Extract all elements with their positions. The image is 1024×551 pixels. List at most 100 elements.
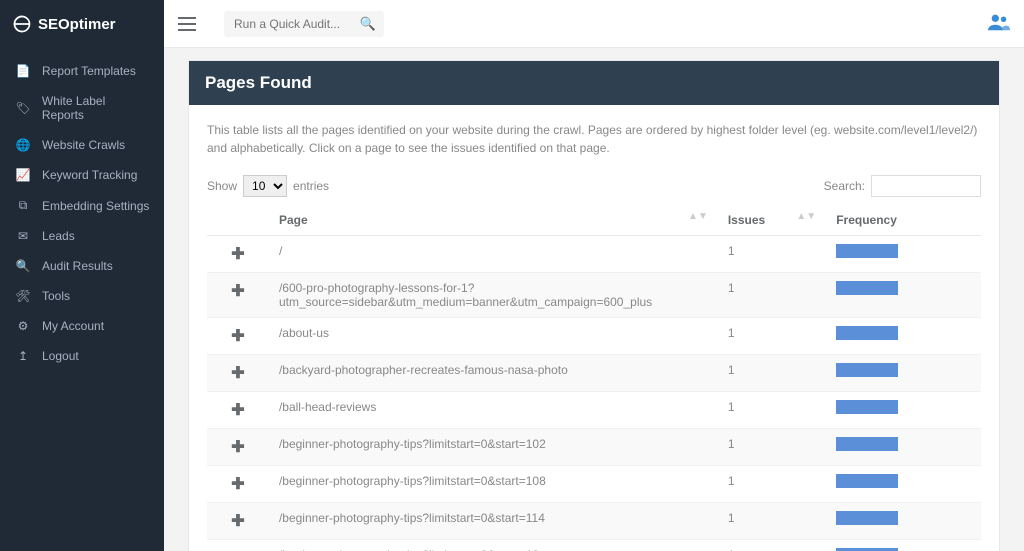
table-search-input[interactable] (871, 175, 981, 197)
expand-button[interactable]: ✚ (207, 273, 269, 318)
sidebar-item-label: Logout (42, 349, 79, 363)
frequency-bar (836, 511, 898, 525)
table-row[interactable]: ✚/ball-head-reviews1 (207, 392, 981, 429)
search-icon: 🔍 (14, 259, 32, 273)
expand-button[interactable]: ✚ (207, 466, 269, 503)
users-icon (988, 13, 1010, 31)
quick-audit-search: 🔍 (224, 11, 384, 37)
sort-icon: ▲▼ (796, 213, 816, 221)
cell-frequency (826, 355, 981, 392)
cell-frequency (826, 466, 981, 503)
cell-issues: 1 (718, 466, 826, 503)
col-frequency[interactable]: Frequency (826, 205, 981, 236)
cell-page: /ball-head-reviews (269, 392, 718, 429)
sidebar-item-tools[interactable]: 🛠 Tools (0, 281, 164, 311)
sidebar-item-embedding-settings[interactable]: ⧉Embedding Settings (0, 190, 164, 221)
search-icon: 🔍 (360, 16, 376, 32)
table-row[interactable]: ✚/backyard-photographer-recreates-famous… (207, 355, 981, 392)
pages-found-panel: Pages Found This table lists all the pag… (188, 60, 1000, 551)
cell-frequency (826, 503, 981, 540)
sidebar: SEOptimer 📄Report Templates 🏷 White Label… (0, 0, 164, 551)
cell-page: /beginner-photography-tips?limitstart=0&… (269, 429, 718, 466)
cell-page: /beginner-photography-tips?limitstart=0&… (269, 540, 718, 551)
logo: SEOptimer (0, 0, 164, 48)
panel-body: This table lists all the pages identifie… (189, 105, 999, 551)
entries-select[interactable]: 10 (243, 175, 287, 197)
menu-toggle-button[interactable] (178, 17, 196, 31)
logo-icon (12, 14, 32, 34)
sidebar-item-label: Leads (42, 229, 75, 243)
sidebar-item-logout[interactable]: ↥Logout (0, 341, 164, 371)
sidebar-item-label: My Account (42, 319, 104, 333)
table-row[interactable]: ✚/beginner-photography-tips?limitstart=0… (207, 466, 981, 503)
expand-button[interactable]: ✚ (207, 429, 269, 466)
table-row[interactable]: ✚/beginner-photography-tips?limitstart=0… (207, 503, 981, 540)
tools-icon: 🛠 (14, 289, 32, 303)
sidebar-item-white-label[interactable]: 🏷 White Label Reports (0, 86, 164, 130)
sidebar-item-label: Website Crawls (42, 138, 125, 152)
sidebar-item-leads[interactable]: ✉ Leads (0, 221, 164, 251)
cell-issues: 1 (718, 318, 826, 355)
expand-button[interactable]: ✚ (207, 318, 269, 355)
cell-issues: 1 (718, 273, 826, 318)
content: Pages Found This table lists all the pag… (164, 48, 1024, 551)
table-search: Search: (824, 175, 981, 197)
cell-frequency (826, 318, 981, 355)
cell-page: / (269, 236, 718, 273)
frequency-bar (836, 363, 898, 377)
table-row[interactable]: ✚/beginner-photography-tips?limitstart=0… (207, 429, 981, 466)
sidebar-item-label: Report Templates (42, 64, 136, 78)
cell-page: /backyard-photographer-recreates-famous-… (269, 355, 718, 392)
sidebar-item-website-crawls[interactable]: 🌐 Website Crawls (0, 130, 164, 160)
frequency-bar (836, 281, 898, 295)
expand-button[interactable]: ✚ (207, 503, 269, 540)
sidebar-item-report-templates[interactable]: 📄Report Templates (0, 56, 164, 86)
col-issues[interactable]: Issues▲▼ (718, 205, 826, 236)
expand-button[interactable]: ✚ (207, 236, 269, 273)
sidebar-item-label: Tools (42, 289, 70, 303)
main: 🔍 Pages Found This table lists all the p… (164, 0, 1024, 551)
frequency-bar (836, 474, 898, 488)
cell-page: /beginner-photography-tips?limitstart=0&… (269, 503, 718, 540)
frequency-bar (836, 326, 898, 340)
panel-description: This table lists all the pages identifie… (207, 121, 981, 157)
sidebar-item-audit-results[interactable]: 🔍 Audit Results (0, 251, 164, 281)
cell-frequency (826, 429, 981, 466)
globe-icon: 🌐 (14, 138, 32, 152)
search-label: Search: (824, 179, 865, 193)
expand-button[interactable]: ✚ (207, 355, 269, 392)
sidebar-item-label: White Label Reports (42, 94, 150, 122)
cell-frequency (826, 236, 981, 273)
sort-icon: ▲▼ (688, 213, 708, 221)
cell-frequency (826, 540, 981, 551)
cell-issues: 1 (718, 236, 826, 273)
tag-icon: 🏷 (14, 101, 32, 115)
frequency-bar (836, 437, 898, 451)
user-menu[interactable] (988, 13, 1010, 34)
sidebar-item-keyword-tracking[interactable]: 📈 Keyword Tracking (0, 160, 164, 190)
cell-issues: 1 (718, 540, 826, 551)
cell-page: /about-us (269, 318, 718, 355)
entries-label: entries (293, 179, 329, 193)
panel-title: Pages Found (189, 61, 999, 105)
table-row[interactable]: ✚/about-us1 (207, 318, 981, 355)
sidebar-item-label: Audit Results (42, 259, 113, 273)
sidebar-item-my-account[interactable]: ⚙My Account (0, 311, 164, 341)
pages-table: Page▲▼ Issues▲▼ Frequency ✚/1✚/600-pro-p… (207, 205, 981, 551)
topbar: 🔍 (164, 0, 1024, 48)
frequency-bar (836, 244, 898, 258)
frequency-bar (836, 400, 898, 414)
cell-frequency (826, 273, 981, 318)
table-controls: Show 10 entries Search: (207, 175, 981, 197)
cell-issues: 1 (718, 429, 826, 466)
embed-icon: ⧉ (14, 198, 32, 213)
expand-button[interactable]: ✚ (207, 540, 269, 551)
table-row[interactable]: ✚/beginner-photography-tips?limitstart=0… (207, 540, 981, 551)
table-row[interactable]: ✚/1 (207, 236, 981, 273)
chart-icon: 📈 (14, 168, 32, 182)
sidebar-item-label: Keyword Tracking (42, 168, 137, 182)
table-row[interactable]: ✚/600-pro-photography-lessons-for-1?utm_… (207, 273, 981, 318)
col-page[interactable]: Page▲▼ (269, 205, 718, 236)
expand-button[interactable]: ✚ (207, 392, 269, 429)
mail-icon: ✉ (14, 229, 32, 243)
